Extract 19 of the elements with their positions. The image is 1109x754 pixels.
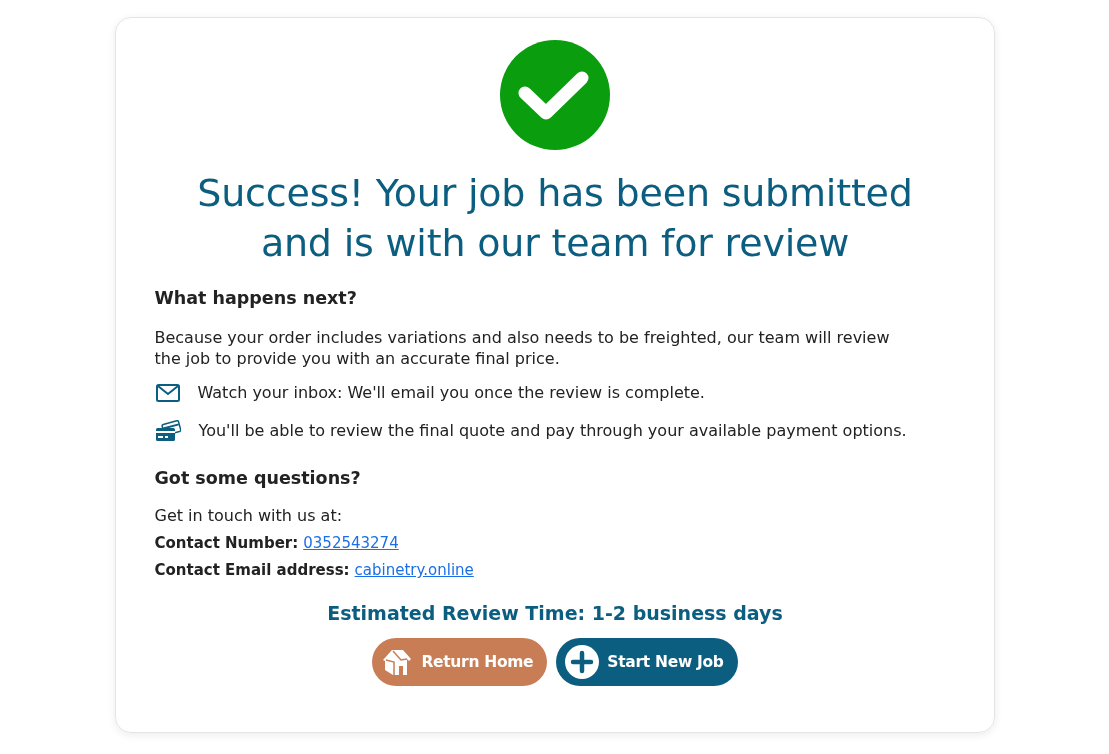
credit-cards-icon [154, 420, 181, 442]
success-check-icon [500, 40, 610, 150]
plus-circle-icon [565, 645, 600, 679]
success-heading: Success! Your job has been submitted and is with our team for review [196, 170, 914, 267]
step-text: You'll be able to review the final quote and pay through your available payment options. [198, 420, 907, 442]
return-home-button[interactable]: Return Home [372, 638, 548, 686]
explanation-text: Because your order includes variations and also needs to be freighted, our team will review the job to provide you with an accurate final price. [154, 327, 891, 369]
section-heading: Got some questions? [154, 467, 362, 490]
contact-label: Contact Number: [154, 533, 299, 554]
review-time-text: Estimated Review Time: 1-2 business days [327, 601, 783, 626]
envelope-icon [155, 384, 180, 402]
contact-label: Contact Email address: [154, 560, 350, 581]
start-new-job-button[interactable]: Start New Job [556, 638, 738, 686]
step-text: Watch your inbox: We'll email you once the review is complete. [197, 382, 705, 404]
house-icon [381, 647, 414, 677]
contact-link[interactable]: cabinetry.online [354, 558, 474, 582]
contact-intro: Get in touch with us at: [154, 505, 344, 527]
section-heading: What happens next? [154, 287, 358, 310]
contact-link[interactable]: 0352543274 [303, 531, 399, 555]
